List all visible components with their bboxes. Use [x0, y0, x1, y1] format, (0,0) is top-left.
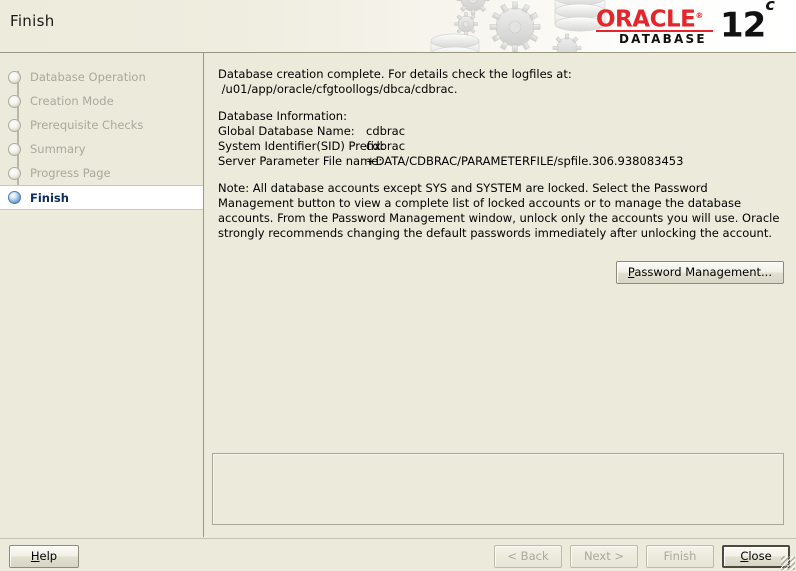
sidebar-item-finish[interactable]: Finish: [0, 185, 203, 210]
page-title: Finish: [10, 12, 55, 30]
sidebar-item-label: Finish: [30, 191, 69, 205]
sidebar-item-label: Prerequisite Checks: [30, 118, 143, 132]
spfile-name-value: +DATA/CDBRAC/PARAMETERFILE/spfile.306.93…: [366, 154, 683, 169]
oracle-logo: ORACLE® DATABASE 12c: [596, 4, 788, 46]
message-panel: [212, 453, 784, 525]
oracle-product-text: DATABASE: [619, 32, 707, 46]
database-information-block: Database Information: Global Database Na…: [218, 109, 784, 169]
completion-message: Database creation complete. For details …: [218, 67, 784, 97]
global-database-name-value: cdbrac: [366, 124, 405, 139]
version-number: 12: [720, 5, 765, 45]
registered-mark-icon: ®: [695, 11, 703, 20]
help-mnemonic: H: [31, 549, 40, 563]
password-management-row: Password Management...: [218, 261, 784, 284]
database-information-title: Database Information:: [218, 109, 784, 124]
wizard-steps-sidebar: Database Operation Creation Mode Prerequ…: [0, 53, 204, 537]
version-suffix: c: [765, 0, 773, 14]
database-information-row: Global Database Name: cdbrac: [218, 124, 784, 139]
step-bullet-icon: [8, 167, 21, 180]
password-management-label: assword Management...: [634, 265, 772, 279]
sid-prefix-value: cdbrac: [366, 139, 405, 154]
locked-accounts-note: Note: All database accounts except SYS a…: [218, 181, 784, 241]
oracle-wordmark: ORACLE®: [596, 4, 703, 32]
step-bullet-icon: [8, 71, 21, 84]
finish-summary: Database creation complete. For details …: [218, 67, 784, 241]
gears-and-database-icon: [430, 0, 620, 53]
database-information-row: Server Parameter File name: +DATA/CDBRAC…: [218, 154, 784, 169]
close-label: lose: [748, 549, 771, 563]
sidebar-item-label: Creation Mode: [30, 94, 114, 108]
help-label: elp: [40, 549, 58, 563]
oracle-version: 12c: [720, 2, 774, 42]
completion-line-2: /u01/app/oracle/cfgtoollogs/dbca/cdbrac.: [218, 82, 458, 96]
back-button[interactable]: < Back: [494, 545, 562, 568]
password-management-button[interactable]: Password Management...: [616, 261, 784, 284]
sidebar-item-progress-page[interactable]: Progress Page: [0, 161, 203, 185]
step-bullet-icon: [8, 143, 21, 156]
close-button[interactable]: Close: [722, 545, 790, 568]
step-bullet-icon: [8, 119, 21, 132]
main-content: Database creation complete. For details …: [204, 53, 796, 537]
database-information-row: System Identifier(SID) Prefix: cdbrac: [218, 139, 784, 154]
completion-line-1: Database creation complete. For details …: [218, 67, 572, 81]
window-resize-grip[interactable]: [781, 556, 795, 570]
finish-button[interactable]: Finish: [646, 545, 714, 568]
help-button[interactable]: Help: [9, 545, 79, 568]
step-bullet-icon: [8, 191, 21, 204]
sidebar-item-prerequisite-checks[interactable]: Prerequisite Checks: [0, 113, 203, 137]
next-button[interactable]: Next >: [570, 545, 638, 568]
sid-prefix-label: System Identifier(SID) Prefix:: [218, 139, 366, 154]
sidebar-item-summary[interactable]: Summary: [0, 137, 203, 161]
global-database-name-label: Global Database Name:: [218, 124, 366, 139]
footer-button-bar: Help < Back Next > Finish Close: [0, 538, 796, 571]
navigation-buttons: < Back Next > Finish Close: [494, 545, 790, 568]
sidebar-item-database-operation[interactable]: Database Operation: [0, 65, 203, 89]
sidebar-item-label: Progress Page: [30, 166, 111, 180]
sidebar-item-label: Database Operation: [30, 70, 146, 84]
sidebar-item-creation-mode[interactable]: Creation Mode: [0, 89, 203, 113]
step-bullet-icon: [8, 95, 21, 108]
sidebar-item-label: Summary: [30, 142, 86, 156]
spfile-name-label: Server Parameter File name:: [218, 154, 366, 169]
oracle-brand-text: ORACLE: [596, 7, 695, 33]
app-header: Finish: [0, 0, 796, 53]
